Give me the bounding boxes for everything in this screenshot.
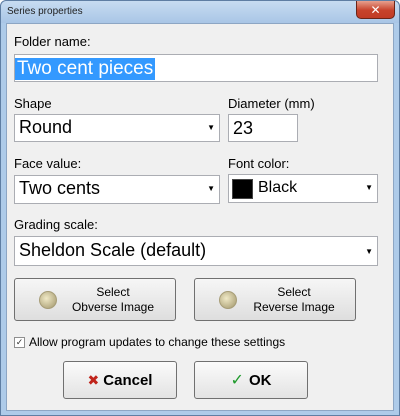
grading-scale-label: Grading scale: <box>14 217 98 232</box>
close-icon: ✕ <box>370 2 381 17</box>
obverse-line2: Obverse Image <box>71 300 155 314</box>
shape-dropdown[interactable]: Round ▼ <box>14 114 220 142</box>
ok-button-label: OK <box>248 371 272 389</box>
face-value-label: Face value: <box>14 156 82 171</box>
cancel-button-label: Cancel <box>103 371 153 389</box>
dialog-body: Folder name: Two cent pieces Shape Round… <box>6 23 394 411</box>
x-icon: ✖ <box>87 371 100 388</box>
diameter-input[interactable]: 23 <box>228 114 298 142</box>
title-bar[interactable]: Series properties ✕ <box>1 1 399 23</box>
grading-scale-value: Sheldon Scale (default) <box>19 240 207 260</box>
chevron-down-icon: ▼ <box>365 247 373 256</box>
obverse-line1: Select <box>96 285 130 299</box>
font-color-value: Black <box>258 179 298 196</box>
chevron-down-icon: ▼ <box>207 184 215 193</box>
shape-label: Shape <box>14 96 52 111</box>
ok-button[interactable]: ✓ OK <box>194 361 308 399</box>
cancel-button[interactable]: ✖ Cancel <box>63 361 177 399</box>
folder-name-input[interactable]: Two cent pieces <box>14 54 378 82</box>
close-button[interactable]: ✕ <box>356 1 395 19</box>
chevron-down-icon: ▼ <box>365 183 373 192</box>
font-color-dropdown[interactable]: Black ▼ <box>228 174 378 203</box>
font-color-label: Font color: <box>228 156 290 171</box>
face-value-dropdown[interactable]: Two cents ▼ <box>14 175 220 204</box>
folder-name-label: Folder name: <box>14 34 91 49</box>
face-value-value: Two cents <box>19 178 101 198</box>
select-reverse-image-button[interactable]: Select Reverse Image <box>194 278 356 321</box>
reverse-button-label: Select Reverse Image <box>243 285 345 315</box>
checkmark-icon: ✓ <box>230 372 244 389</box>
grading-scale-dropdown[interactable]: Sheldon Scale (default) ▼ <box>14 236 378 266</box>
chevron-down-icon: ▼ <box>207 123 215 132</box>
diameter-value: 23 <box>233 118 254 138</box>
allow-updates-checkbox[interactable]: ✓ <box>14 337 25 348</box>
coin-icon <box>39 291 57 309</box>
folder-name-value: Two cent pieces <box>15 58 156 80</box>
select-obverse-image-button[interactable]: Select Obverse Image <box>14 278 176 321</box>
coin-icon <box>219 291 237 309</box>
window-title: Series properties <box>7 6 83 17</box>
obverse-button-label: Select Obverse Image <box>63 285 163 315</box>
diameter-label: Diameter (mm) <box>228 96 315 111</box>
color-swatch <box>232 179 253 199</box>
reverse-line2: Reverse Image <box>253 300 335 314</box>
shape-value: Round <box>19 117 73 137</box>
reverse-line1: Select <box>277 285 311 299</box>
allow-updates-label: Allow program updates to change these se… <box>29 335 286 349</box>
dialog-window: Series properties ✕ Folder name: Two cen… <box>0 0 400 416</box>
